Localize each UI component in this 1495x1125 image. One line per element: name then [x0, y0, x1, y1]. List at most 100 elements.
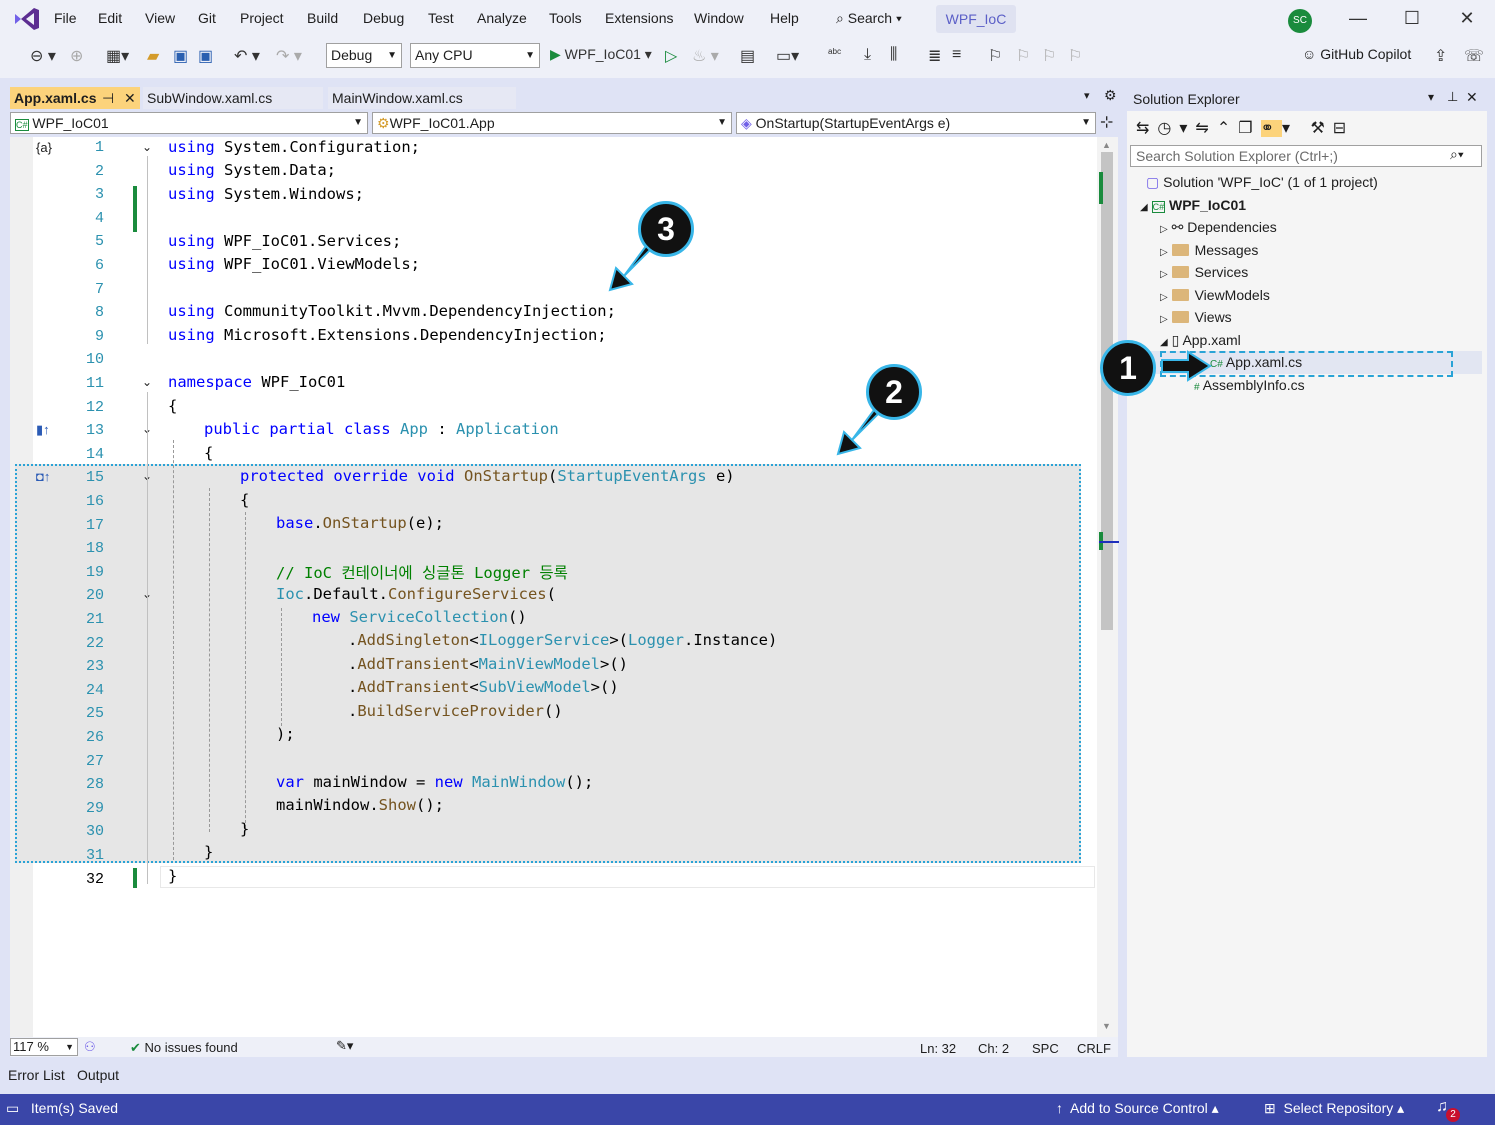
solution-explorer-toolbar[interactable]: ⇆◷▾⇋⌃❐⚭▾ ⚒⊟ [1136, 118, 1354, 138]
tree-item-dependencies[interactable]: ▷ ⚯ Dependencies [1160, 219, 1277, 236]
format-icon[interactable]: ⫼ [890, 46, 897, 64]
line-ending-indicator[interactable]: CRLF [1077, 1041, 1111, 1056]
properties-icon[interactable]: ▾ ⚒ [1282, 120, 1333, 137]
next-bookmark-icon[interactable]: ⚐ [1042, 46, 1056, 66]
hot-reload-icon[interactable]: ♨ ▾ [692, 46, 719, 66]
prev-bookmark-icon[interactable]: ⚐ [1016, 46, 1030, 66]
search-button[interactable]: ⌕ Search ▾ [836, 10, 902, 27]
issues-indicator[interactable]: ✔ No issues found [130, 1040, 238, 1056]
solution-name-badge[interactable]: WPF_IoC [936, 5, 1016, 33]
collapse-icon[interactable]: ⌄ [142, 140, 152, 154]
clear-bookmarks-icon[interactable]: ⚐ [1068, 46, 1082, 66]
tree-project[interactable]: ◢ C# WPF_IoC01 [1140, 197, 1246, 213]
menu-build[interactable]: Build [307, 10, 338, 26]
menu-project[interactable]: Project [240, 10, 284, 26]
menu-help[interactable]: Help [770, 10, 799, 26]
step-icon[interactable]: ⤓ [864, 46, 871, 64]
search-icon[interactable]: ⌕▾ [1450, 146, 1464, 163]
column-indicator[interactable]: Ch: 2 [978, 1041, 1009, 1056]
tab-mainwindow-xaml-cs[interactable]: MainWindow.xaml.cs [328, 87, 516, 109]
switch-views-icon[interactable]: ⇋ [1195, 120, 1216, 137]
sync-icon[interactable]: ⇆ [1136, 120, 1157, 137]
share-icon[interactable]: ⇪ [1434, 46, 1447, 66]
settings-gear-icon[interactable]: ⚙ [1104, 87, 1117, 104]
override-marker-icon[interactable]: ▮↑ [36, 422, 50, 438]
line-indicator[interactable]: Ln: 32 [920, 1041, 956, 1056]
menu-extensions[interactable]: Extensions [605, 10, 673, 26]
history-icon[interactable]: ◷▾ [1157, 120, 1195, 137]
platform-select[interactable]: Any CPU ▼ [410, 43, 540, 68]
scroll-up-icon[interactable]: ▲ [1102, 140, 1111, 150]
tab-overflow-icon[interactable]: ▾ [1084, 89, 1090, 102]
menu-git[interactable]: Git [198, 10, 216, 26]
start-debug-button[interactable]: ▶ WPF_IoC01 ▾ [550, 46, 652, 63]
menu-view[interactable]: View [145, 10, 175, 26]
pin-icon[interactable]: ⊥ [1447, 89, 1458, 105]
project-nav-dropdown[interactable]: C# WPF_IoC01 ▼ [10, 112, 368, 134]
preview-icon[interactable]: ⊟ [1333, 120, 1354, 137]
undo-icon[interactable]: ↶ ▾ [234, 46, 260, 66]
menu-analyze[interactable]: Analyze [477, 10, 527, 26]
split-editor-icon[interactable]: ⊹ [1100, 112, 1113, 132]
solution-explorer-icon[interactable]: ▤ [740, 46, 755, 66]
github-copilot-button[interactable]: ☺ GitHub Copilot [1302, 46, 1411, 62]
select-repository-button[interactable]: ⊞ Select Repository ▴ [1264, 1100, 1404, 1117]
class-nav-dropdown[interactable]: ⚙WPF_IoC01.App ▼ [372, 112, 732, 134]
collapse-icon[interactable]: ⌄ [142, 375, 152, 389]
notification-count-badge: 2 [1446, 1108, 1460, 1122]
save-icon[interactable]: ▣ [173, 46, 188, 66]
tree-item-app-xaml[interactable]: ◢ ▯ App.xaml [1160, 332, 1241, 349]
menu-debug[interactable]: Debug [363, 10, 404, 26]
configuration-select[interactable]: Debug ▼ [326, 43, 402, 68]
open-icon[interactable]: ▰ [147, 46, 159, 66]
close-icon[interactable]: ✕ [1466, 89, 1478, 106]
bookmark-icon[interactable]: ⚐ [988, 46, 1002, 66]
tree-item-viewmodels[interactable]: ▷ ViewModels [1160, 287, 1270, 303]
new-project-icon[interactable]: ▦▾ [106, 46, 129, 66]
member-nav-dropdown[interactable]: ◈ OnStartup(StartupEventArgs e) ▼ [736, 112, 1096, 134]
tab-output[interactable]: Output [77, 1067, 119, 1083]
outdent-icon[interactable]: ≣ [928, 46, 941, 66]
menu-tools[interactable]: Tools [549, 10, 582, 26]
feedback-icon[interactable]: ☏ [1464, 46, 1484, 66]
minimize-icon[interactable]: — [1343, 8, 1373, 29]
copy-icon[interactable]: ❐ [1238, 120, 1260, 137]
menu-window[interactable]: Window [694, 10, 744, 26]
maximize-icon[interactable]: ☐ [1397, 8, 1427, 29]
add-to-source-control-button[interactable]: ↑ Add to Source Control ▴ [1056, 1100, 1219, 1117]
code-cleanup-icon[interactable]: ✎▾ [336, 1038, 353, 1054]
tree-solution[interactable]: ▢ Solution 'WPF_IoC' (1 of 1 project) [1146, 174, 1378, 191]
tree-item-views[interactable]: ▷ Views [1160, 309, 1232, 325]
avatar[interactable]: SC [1288, 9, 1312, 33]
close-icon[interactable]: ✕ [1452, 8, 1482, 29]
tab-close-icon[interactable]: ✕ [124, 87, 136, 109]
tree-item-messages[interactable]: ▷ Messages [1160, 242, 1258, 258]
save-all-icon[interactable]: ▣ [198, 46, 213, 66]
quick-action-icon[interactable]: {a} [36, 140, 52, 155]
start-without-debug-icon[interactable]: ▷ [665, 46, 677, 66]
layout-icon[interactable]: ▭▾ [776, 46, 799, 66]
menu-edit[interactable]: Edit [98, 10, 122, 26]
override-marker-icon[interactable]: ◘↑ [36, 469, 50, 484]
redo-icon[interactable]: ↷ ▾ [276, 46, 302, 66]
tree-item-services[interactable]: ▷ Services [1160, 264, 1248, 280]
indent-icon[interactable]: ≡ [952, 46, 961, 64]
pin-icon[interactable]: ⊣ [102, 87, 114, 109]
panel-menu-icon[interactable]: ▾ [1428, 90, 1434, 104]
solution-explorer-search-input[interactable]: Search Solution Explorer (Ctrl+;) [1130, 145, 1482, 167]
menu-test[interactable]: Test [428, 10, 454, 26]
forward-icon[interactable]: ⊕ [70, 46, 83, 66]
collapse-all-icon[interactable]: ⌃ [1217, 120, 1238, 137]
intellicode-icon[interactable]: ⚇ [84, 1039, 96, 1055]
back-icon[interactable]: ⊖ ▾ [30, 46, 56, 66]
spell-check-icon[interactable]: ᵃᵇᶜ [828, 46, 841, 60]
tab-error-list[interactable]: Error List [8, 1067, 65, 1083]
zoom-select[interactable]: 117 % ▼ [10, 1038, 78, 1056]
tab-subwindow-xaml-cs[interactable]: SubWindow.xaml.cs [143, 87, 323, 109]
scroll-down-icon[interactable]: ▼ [1102, 1021, 1111, 1031]
show-all-files-icon[interactable]: ⚭ [1260, 120, 1282, 137]
visual-studio-logo-icon[interactable] [12, 6, 42, 32]
menu-file[interactable]: File [54, 10, 77, 26]
tab-app-xaml-cs[interactable]: App.xaml.cs ⊣ ✕ [10, 87, 140, 109]
whitespace-indicator[interactable]: SPC [1032, 1041, 1059, 1056]
